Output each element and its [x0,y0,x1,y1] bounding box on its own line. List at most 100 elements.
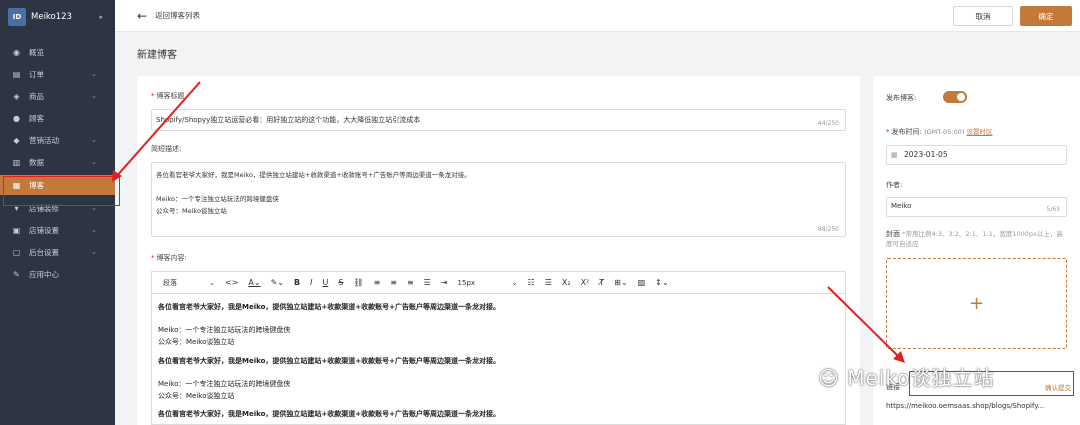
blog-url: https://meikoo.oemsaas.shop/blogs/Shopif… [886,402,1045,410]
align-right-icon[interactable]: ≡ [402,272,419,294]
settings-icon: ▢ [12,247,21,257]
sidebar-item-9[interactable]: ▢ 后台设置 ⌄ [0,241,115,263]
image-icon[interactable]: ▨ [633,272,651,294]
publish-date-picker[interactable]: ▦ 2023-01-05 [886,145,1067,165]
bold-icon[interactable]: B [289,272,305,294]
desc-label: 简短描述: [151,145,182,153]
watermark: ☺ Meiko谈独立站 [818,366,995,390]
set-timezone-link[interactable]: 设置时区 [967,128,993,136]
chevron-right-icon: ▸ [99,13,103,21]
sidebar-item-4[interactable]: ◆ 营销活动 ⌄ [0,129,115,151]
code-icon[interactable]: <> [220,272,243,294]
title-value: Shopify/Shopyy独立站运营必看：用好独立站的这个功能，大大降低独立站… [156,116,421,124]
calendar-icon: ▦ [891,151,898,159]
chart-icon: ▥ [12,157,21,167]
content-label: * 博客内容: [151,254,187,262]
page-title: 新建博客 [137,50,177,61]
plus-icon: + [968,293,985,314]
sidebar-item-0[interactable]: ◉ 概览 [0,41,115,63]
sidebar-item-label: 订单 [29,69,44,79]
sidebar-item-5[interactable]: ▥ 数据 ⌄ [0,151,115,173]
paragraph-select[interactable]: 段落 ⌄ [158,272,220,294]
sidebar-item-3[interactable]: ● 顾客 [0,107,115,129]
bullet-list-icon[interactable]: ☷ [523,272,540,294]
indent-icon[interactable]: ⇥ [436,272,453,294]
back-to-blog-list-link[interactable]: ← 返回博客列表 [137,9,200,23]
chevron-down-icon: ⌄ [91,248,97,256]
chevron-down-icon: ⌄ [91,70,97,78]
author-value: Meiko [891,202,912,210]
sidebar-item-10[interactable]: ✎ 应用中心 [0,263,115,285]
sidebar-item-label: 应用中心 [29,269,59,279]
numbered-list-icon[interactable]: ☰ [540,272,557,294]
store-logo: ID [8,8,26,26]
dashboard-icon: ◉ [13,47,20,57]
table-icon[interactable]: ⊞⌄ [609,272,632,294]
sidebar-item-label: 顾客 [29,113,44,123]
sidebar: ID Meiko123 ▸ ◉ 概览 ▤ 订单 ⌄ ◈ 商品 ⌄ ● 顾客 ◆ 营销活动 ⌄ ▥ 数据 ⌄ ▦ 博… [0,0,115,425]
sidebar-nav: ◉ 概览 ▤ 订单 ⌄ ◈ 商品 ⌄ ● 顾客 ◆ 营销活动 ⌄ ▥ 数据 ⌄ ▦ 博客 ▾ 店铺装修 ⌄ ▣ 店铺设置 ⌄ ▢… [0,41,115,285]
author-label: 作者: [886,181,903,189]
publish-time-label: * 发布时间: (GMT-05:00) 设置时区 [886,128,993,136]
user-icon: ● [13,113,20,123]
link-icon[interactable]: ⛓ [348,272,368,294]
date-value: 2023-01-05 [904,150,948,159]
store-icon: ▣ [12,225,21,235]
editor-paragraph: Meiko：一个专注独立站玩法的跨境健盘侠 [158,326,291,334]
author-counter: 5/63 [1046,206,1060,213]
content-editor[interactable]: 各位看官老爷大家好，我是Meiko，提供独立站建站+收款渠道+收款账号+广告账户… [151,293,846,425]
chevron-down-icon: ⌄ [91,92,97,100]
short-description-textarea[interactable]: 各位看官老爷大家好，我是Meiko，提供独立站建站+收款渠道+收款账号+广告账户… [151,162,846,237]
editor-toolbar: 段落 ⌄ <> A⌄ ✎⌄ B I U S ⛓ ≡ ≡ ≡ ☰ ⇥ 15px ⌄ ☷… [151,271,846,293]
blog-title-input[interactable]: Shopify/Shopyy独立站运营必看：用好独立站的这个功能，大大降低独立站… [151,109,846,131]
sidebar-item-label: 概览 [29,47,44,57]
cancel-button[interactable]: 取消 [953,6,1013,26]
line-height-icon[interactable]: ↕⌄ [650,272,673,294]
order-icon: ▤ [12,69,21,79]
clear-format-icon[interactable]: T̸ [594,272,609,294]
title-counter: 44/250 [817,120,839,127]
editor-paragraph: 各位看官老爷大家好，我是Meiko，提供独立站建站+收款渠道+收款账号+广告账户… [158,410,500,418]
subscript-icon[interactable]: X₂ [557,272,576,294]
underline-icon[interactable]: U [317,272,333,294]
store-name: Meiko123 [31,12,72,22]
cover-label: 封面 *常用比例4:3、3:2、2:1、1:1，宽度1000px以上，高度可自适… [886,230,1063,248]
font-color-icon[interactable]: A⌄ [243,272,265,294]
title-label: * 博客标题 [151,92,185,100]
align-center-icon[interactable]: ≡ [385,272,402,294]
chevron-down-icon: ⌄ [91,158,97,166]
highlight-icon[interactable]: ✎⌄ [266,272,289,294]
editor-paragraph: 公众号：Meiko谈独立站 [158,392,235,400]
annotation-highlight-box [3,176,120,206]
sidebar-item-1[interactable]: ▤ 订单 ⌄ [0,63,115,85]
align-justify-icon[interactable]: ☰ [419,272,436,294]
chevron-down-icon: ⌄ [91,226,97,234]
back-label: 返回博客列表 [155,11,201,20]
editor-paragraph: 各位看官老爷大家好，我是Meiko，提供独立站建站+收款渠道+收款账号+广告账户… [158,357,500,365]
product-icon: ◈ [13,91,20,101]
desc-line: 公众号：Meiko谈独立站 [156,207,227,215]
sidebar-item-label: 店铺设置 [29,225,59,235]
arrow-left-icon: ← [137,8,148,23]
sidebar-item-label: 营销活动 [29,135,59,145]
publish-label: 发布博客: [886,94,917,102]
italic-icon[interactable]: I [305,272,317,294]
strikethrough-icon[interactable]: S [333,272,348,294]
sidebar-item-label: 数据 [29,157,44,167]
sidebar-item-2[interactable]: ◈ 商品 ⌄ [0,85,115,107]
desc-line: Meiko：一个专注独立站玩法的跨境健盘侠 [156,195,279,203]
confirm-button[interactable]: 确定 [1020,6,1072,26]
wrench-icon: ✎ [13,269,20,279]
editor-paragraph: Meiko：一个专注独立站玩法的跨境健盘侠 [158,380,291,388]
author-input[interactable]: Meiko 5/63 [886,197,1067,217]
superscript-icon[interactable]: X² [576,272,595,294]
font-size-select[interactable]: 15px ⌄ [453,272,523,294]
cover-upload-area[interactable]: + [886,258,1067,349]
align-left-icon[interactable]: ≡ [369,272,386,294]
desc-line: 各位看官老爷大家好，我是Meiko，提供独立站建站+收款渠道+收款账号+广告账户… [156,171,471,179]
sidebar-item-label: 商品 [29,91,44,101]
sidebar-item-label: 后台设置 [29,247,59,257]
publish-toggle[interactable] [943,91,967,103]
store-switcher[interactable]: ID Meiko123 ▸ [0,0,115,34]
sidebar-item-8[interactable]: ▣ 店铺设置 ⌄ [0,219,115,241]
